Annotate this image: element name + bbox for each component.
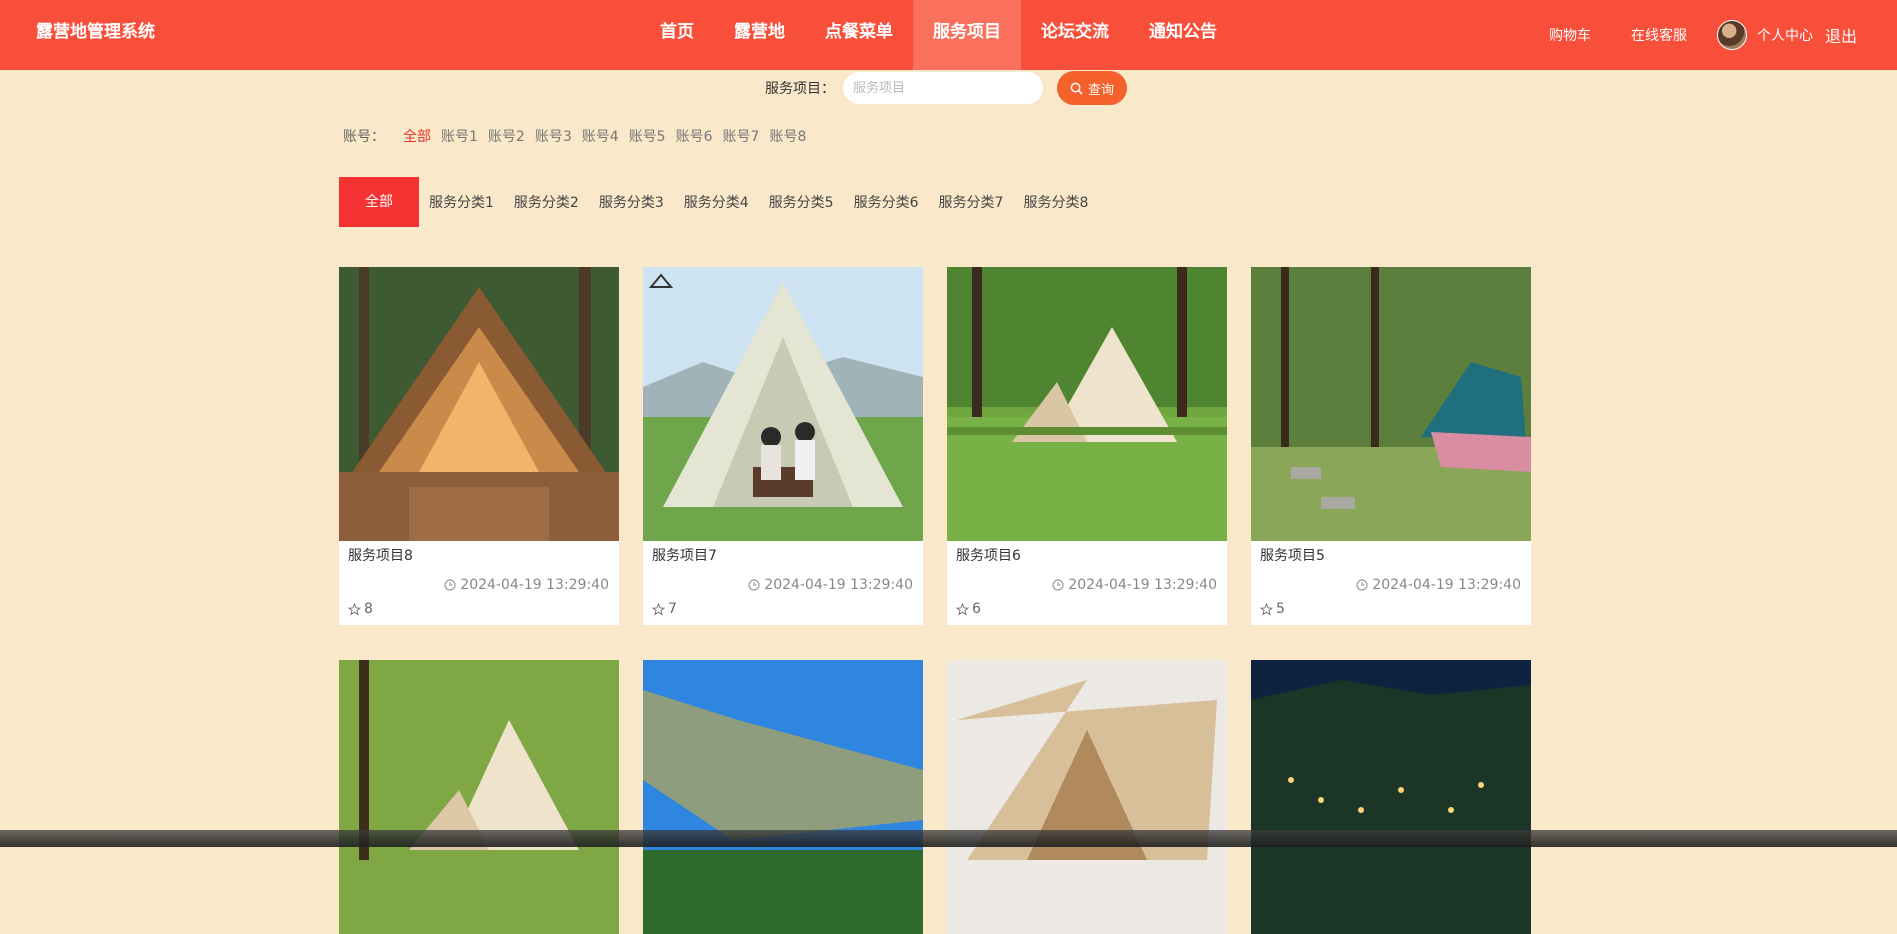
service-time: 2024-04-19 13:29:40 xyxy=(947,567,1227,595)
service-image[interactable] xyxy=(339,267,619,541)
service-favorites-count: 8 xyxy=(364,601,373,617)
account-option[interactable]: 账号7 xyxy=(723,126,760,146)
account-option[interactable]: 账号1 xyxy=(441,126,478,146)
user-area: 购物车 在线客服 个人中心 退出 xyxy=(1509,0,1857,70)
profile-link[interactable]: 个人中心 xyxy=(1757,25,1813,45)
search-icon xyxy=(1070,82,1083,95)
category-tab[interactable]: 服务分类2 xyxy=(504,192,589,212)
account-filter: 账号： 全部 账号1 账号2 账号3 账号4 账号5 账号6 账号7 账号8 xyxy=(343,126,816,146)
service-favorites: 6 xyxy=(947,595,1227,625)
nav-services[interactable]: 服务项目 xyxy=(913,0,1021,70)
service-time: 2024-04-19 13:29:40 xyxy=(1251,567,1531,595)
service-card[interactable] xyxy=(339,660,619,934)
service-image[interactable] xyxy=(643,660,923,934)
account-option[interactable]: 账号2 xyxy=(488,126,525,146)
star-icon xyxy=(1260,602,1273,615)
service-card[interactable]: 服务项目6 2024-04-19 13:29:40 6 xyxy=(947,267,1227,625)
search-button-label: 查询 xyxy=(1087,82,1114,98)
online-service-link[interactable]: 在线客服 xyxy=(1631,25,1687,45)
search-input[interactable] xyxy=(843,72,1043,104)
service-image[interactable] xyxy=(1251,267,1531,541)
service-time: 2024-04-19 13:29:40 xyxy=(339,567,619,595)
nav-notice[interactable]: 通知公告 xyxy=(1129,0,1237,70)
service-time-text: 2024-04-19 13:29:40 xyxy=(1068,577,1217,593)
category-tab[interactable]: 服务分类1 xyxy=(419,192,504,212)
category-tab[interactable]: 服务分类8 xyxy=(1013,192,1098,212)
category-tab[interactable]: 服务分类3 xyxy=(589,192,674,212)
service-image[interactable] xyxy=(947,267,1227,541)
service-time-text: 2024-04-19 13:29:40 xyxy=(1372,577,1521,593)
service-image[interactable] xyxy=(1251,660,1531,934)
service-card[interactable]: 服务项目8 2024-04-19 13:29:40 8 xyxy=(339,267,619,625)
service-time-text: 2024-04-19 13:29:40 xyxy=(764,577,913,593)
service-card[interactable] xyxy=(1251,660,1531,934)
search-button[interactable]: 查询 xyxy=(1057,71,1127,105)
service-title: 服务项目5 xyxy=(1260,548,1325,564)
nav-campsite[interactable]: 露营地 xyxy=(714,0,805,70)
star-icon xyxy=(956,602,969,615)
category-tab-all[interactable]: 全部 xyxy=(339,177,419,227)
service-favorites-count: 6 xyxy=(972,601,981,617)
service-favorites-count: 7 xyxy=(668,601,677,617)
nav-menu[interactable]: 点餐菜单 xyxy=(805,0,913,70)
clock-icon xyxy=(444,579,456,591)
clock-icon xyxy=(1052,579,1064,591)
category-tab[interactable]: 服务分类5 xyxy=(759,192,844,212)
search-bar: 服务项目： 查询 xyxy=(765,70,1127,106)
account-option-all[interactable]: 全部 xyxy=(403,126,431,146)
avatar[interactable] xyxy=(1716,20,1747,50)
cart-link[interactable]: 购物车 xyxy=(1549,25,1591,45)
service-time-text: 2024-04-19 13:29:40 xyxy=(460,577,609,593)
account-option[interactable]: 账号4 xyxy=(582,126,619,146)
service-time: 2024-04-19 13:29:40 xyxy=(643,567,923,595)
top-navbar: 露营地管理系统 首页 露营地 点餐菜单 服务项目 论坛交流 通知公告 购物车 在… xyxy=(0,0,1897,70)
service-image[interactable] xyxy=(947,660,1227,934)
clock-icon xyxy=(1356,579,1368,591)
service-favorites: 7 xyxy=(643,595,923,625)
logout-link[interactable]: 退出 xyxy=(1825,23,1857,47)
service-card[interactable] xyxy=(947,660,1227,934)
category-tab[interactable]: 服务分类7 xyxy=(929,192,1014,212)
service-card[interactable]: 服务项目5 2024-04-19 13:29:40 5 xyxy=(1251,267,1531,625)
service-image[interactable] xyxy=(643,267,923,541)
star-icon xyxy=(652,602,665,615)
search-label: 服务项目： xyxy=(765,81,835,97)
account-option[interactable]: 账号5 xyxy=(629,126,666,146)
account-filter-label: 账号： xyxy=(343,129,385,145)
category-tabs: 全部 服务分类1 服务分类2 服务分类3 服务分类4 服务分类5 服务分类6 服… xyxy=(339,177,1098,227)
category-tab[interactable]: 服务分类6 xyxy=(844,192,929,212)
account-option[interactable]: 账号3 xyxy=(535,126,572,146)
service-title: 服务项目7 xyxy=(652,548,717,564)
nav-forum[interactable]: 论坛交流 xyxy=(1021,0,1129,70)
nav-home[interactable]: 首页 xyxy=(640,0,714,70)
star-icon xyxy=(348,602,361,615)
service-card[interactable]: 服务项目7 2024-04-19 13:29:40 7 xyxy=(643,267,923,625)
service-favorites: 8 xyxy=(339,595,619,625)
account-option[interactable]: 账号8 xyxy=(769,126,806,146)
clock-icon xyxy=(748,579,760,591)
service-favorites: 5 xyxy=(1251,595,1531,625)
category-tab[interactable]: 服务分类4 xyxy=(674,192,759,212)
site-title[interactable]: 露营地管理系统 xyxy=(36,0,155,70)
account-option[interactable]: 账号6 xyxy=(676,126,713,146)
service-title: 服务项目8 xyxy=(348,548,413,564)
service-image[interactable] xyxy=(339,660,619,934)
main-nav: 首页 露营地 点餐菜单 服务项目 论坛交流 通知公告 xyxy=(640,0,1237,70)
service-card[interactable] xyxy=(643,660,923,934)
service-title: 服务项目6 xyxy=(956,548,1021,564)
service-favorites-count: 5 xyxy=(1276,601,1285,617)
video-control-bar[interactable] xyxy=(0,830,1897,847)
